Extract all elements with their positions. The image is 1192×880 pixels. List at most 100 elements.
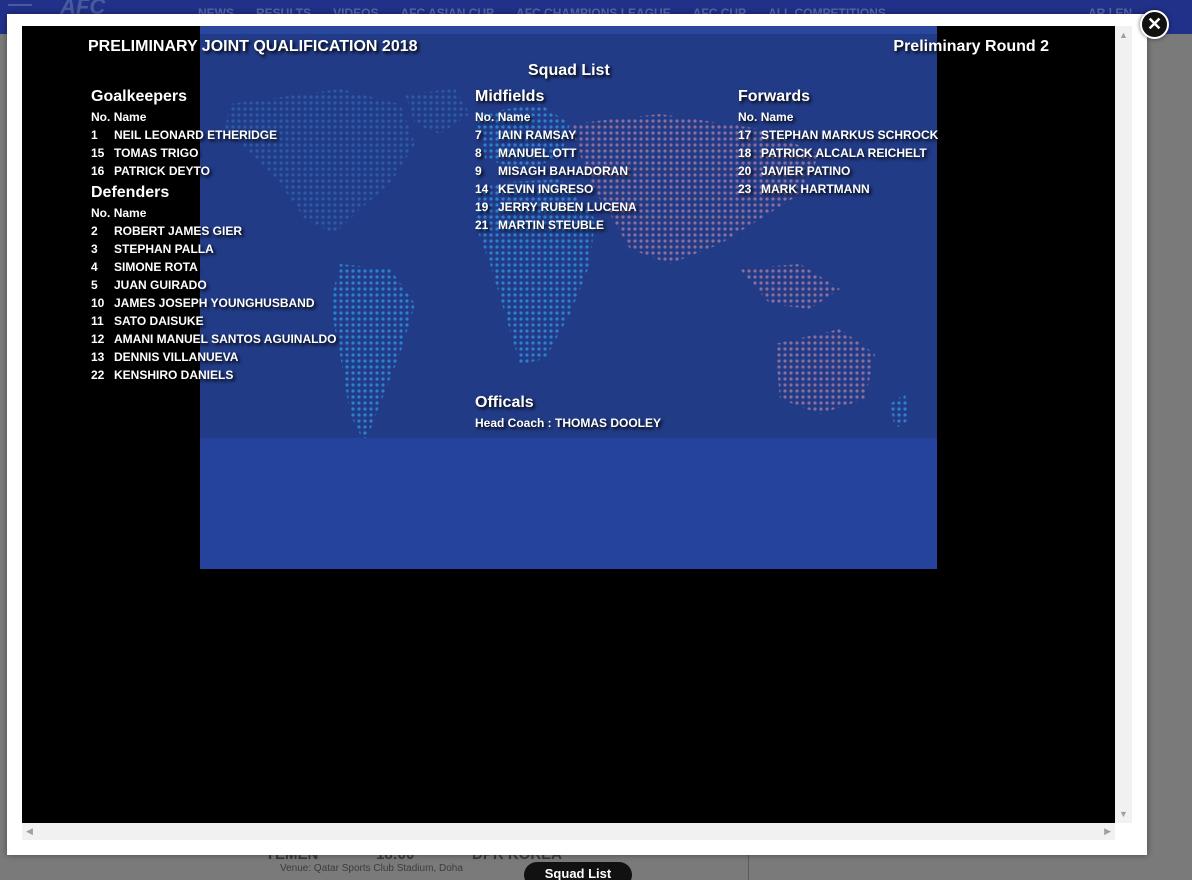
player-number: 12 xyxy=(91,332,105,346)
player-name: JAMES JOSEPH YOUNGHUSBAND xyxy=(114,296,315,310)
close-icon[interactable]: ✕ xyxy=(1140,10,1169,39)
player-row: 15 TOMAS TRIGO xyxy=(91,146,198,160)
column-no: No. xyxy=(91,110,111,124)
goalkeepers-column-header: No. Name xyxy=(91,110,146,124)
player-row: 22 KENSHIRO DANIELS xyxy=(91,368,233,382)
forwards-column-header: No. Name xyxy=(738,110,793,124)
forwards-heading: Forwards xyxy=(738,88,811,105)
match-venue: Venue: Qatar Sports Club Stadium, Doha xyxy=(280,863,463,874)
player-row: 12 AMANI MANUEL SANTOS AGUINALDO xyxy=(91,332,336,346)
column-no: No. xyxy=(91,206,111,220)
player-row: 21 MARTIN STEUBLE xyxy=(475,218,604,232)
player-name: KENSHIRO DANIELS xyxy=(114,368,234,382)
scroll-down-icon[interactable]: ▼ xyxy=(1119,809,1128,819)
head-coach: Head Coach : THOMAS DOOLEY xyxy=(475,416,662,430)
squad-list-button[interactable]: Squad List xyxy=(524,862,632,880)
player-row: 9 MISAGH BAHADORAN xyxy=(475,164,628,178)
player-name: MARTIN STEUBLE xyxy=(498,218,604,232)
player-number: 19 xyxy=(475,200,489,214)
player-number: 16 xyxy=(91,164,105,178)
player-row: 23 MARK HARTMANN xyxy=(738,182,870,196)
player-row: 20 JAVIER PATINO xyxy=(738,164,850,178)
player-row: 5 JUAN GUIRADO xyxy=(91,278,207,292)
squad-list-title: Squad List xyxy=(528,62,610,79)
player-row: 3 STEPHAN PALLA xyxy=(91,242,214,256)
player-number: 11 xyxy=(91,314,104,328)
midfields-column-header: No. Name xyxy=(475,110,530,124)
player-row: 11 SATO DAISUKE xyxy=(91,314,204,328)
player-name: KEVIN INGRESO xyxy=(498,182,594,196)
player-number: 1 xyxy=(91,128,98,142)
player-name: NEIL LEONARD ETHERIDGE xyxy=(114,128,278,142)
player-name: MISAGH BAHADORAN xyxy=(498,164,628,178)
player-name: SATO DAISUKE xyxy=(114,314,204,328)
squad-list-modal: ✕ PRELIMINARY JOINT QUALIFICATION 2018 P… xyxy=(7,10,1169,855)
player-row: 18 PATRICK ALCALA REICHELT xyxy=(738,146,927,160)
player-name: JUAN GUIRADO xyxy=(114,278,207,292)
player-number: 21 xyxy=(475,218,489,232)
player-row: 1 NEIL LEONARD ETHERIDGE xyxy=(91,128,277,142)
defenders-heading: Defenders xyxy=(91,184,170,201)
player-number: 9 xyxy=(475,164,482,178)
player-number: 20 xyxy=(738,164,752,178)
column-name: Name xyxy=(113,110,147,124)
player-name: IAIN RAMSAY xyxy=(498,128,577,142)
midfields-heading: Midfields xyxy=(475,88,545,105)
player-number: 5 xyxy=(91,278,98,292)
player-name: ROBERT JAMES GIER xyxy=(114,224,243,238)
column-name: Name xyxy=(113,206,147,220)
officials-heading: Officals xyxy=(475,394,534,411)
player-name: MARK HARTMANN xyxy=(761,182,870,196)
player-number: 8 xyxy=(475,146,482,160)
player-number: 2 xyxy=(91,224,98,238)
player-row: 4 SIMONE ROTA xyxy=(91,260,198,274)
player-number: 22 xyxy=(91,368,105,382)
player-number: 17 xyxy=(738,128,752,142)
vertical-scrollbar[interactable]: ▲ ▼ xyxy=(1115,26,1132,823)
player-name: TOMAS TRIGO xyxy=(114,146,199,160)
horizontal-scrollbar[interactable]: ◀ ▶ xyxy=(22,823,1115,840)
modal-viewport: PRELIMINARY JOINT QUALIFICATION 2018 Pre… xyxy=(22,26,1115,823)
player-number: 4 xyxy=(91,260,98,274)
scroll-right-icon[interactable]: ▶ xyxy=(1104,826,1111,837)
player-number: 10 xyxy=(91,296,105,310)
player-number: 18 xyxy=(738,146,752,160)
competition-title: PRELIMINARY JOINT QUALIFICATION 2018 xyxy=(88,38,418,55)
player-number: 15 xyxy=(91,146,105,160)
player-row: 17 STEPHAN MARKUS SCHROCK xyxy=(738,128,938,142)
player-number: 3 xyxy=(91,242,98,256)
player-name: JERRY RUBEN LUCENA xyxy=(498,200,637,214)
player-name: STEPHAN MARKUS SCHROCK xyxy=(761,128,939,142)
column-name: Name xyxy=(497,110,531,124)
player-name: SIMONE ROTA xyxy=(114,260,198,274)
player-row: 13 DENNIS VILLANUEVA xyxy=(91,350,238,364)
scroll-left-icon[interactable]: ◀ xyxy=(26,826,33,837)
graphic-lower-band xyxy=(200,438,937,569)
scroll-up-icon[interactable]: ▲ xyxy=(1119,30,1128,40)
player-row: 2 ROBERT JAMES GIER xyxy=(91,224,242,238)
column-name: Name xyxy=(760,110,794,124)
player-row: 19 JERRY RUBEN LUCENA xyxy=(475,200,637,214)
player-name: MANUEL OTT xyxy=(498,146,577,160)
player-row: 8 MANUEL OTT xyxy=(475,146,576,160)
player-row: 7 IAIN RAMSAY xyxy=(475,128,576,142)
player-name: JAVIER PATINO xyxy=(761,164,851,178)
player-row: 14 KEVIN INGRESO xyxy=(475,182,593,196)
player-row: 10 JAMES JOSEPH YOUNGHUSBAND xyxy=(91,296,314,310)
player-number: 14 xyxy=(475,182,489,196)
player-name: DENNIS VILLANUEVA xyxy=(114,350,239,364)
column-no: No. xyxy=(738,110,758,124)
player-name: AMANI MANUEL SANTOS AGUINALDO xyxy=(114,332,337,346)
column-no: No. xyxy=(475,110,495,124)
player-number: 13 xyxy=(91,350,105,364)
world-map-image xyxy=(225,89,910,438)
player-number: 7 xyxy=(475,128,482,142)
player-name: PATRICK ALCALA REICHELT xyxy=(761,146,927,160)
goalkeepers-heading: Goalkeepers xyxy=(91,88,188,105)
round-title: Preliminary Round 2 xyxy=(893,38,1049,55)
graphic-top-bar xyxy=(200,26,937,34)
player-number: 23 xyxy=(738,182,752,196)
player-name: PATRICK DEYTO xyxy=(114,164,211,178)
player-row: 16 PATRICK DEYTO xyxy=(91,164,210,178)
defenders-column-header: No. Name xyxy=(91,206,146,220)
